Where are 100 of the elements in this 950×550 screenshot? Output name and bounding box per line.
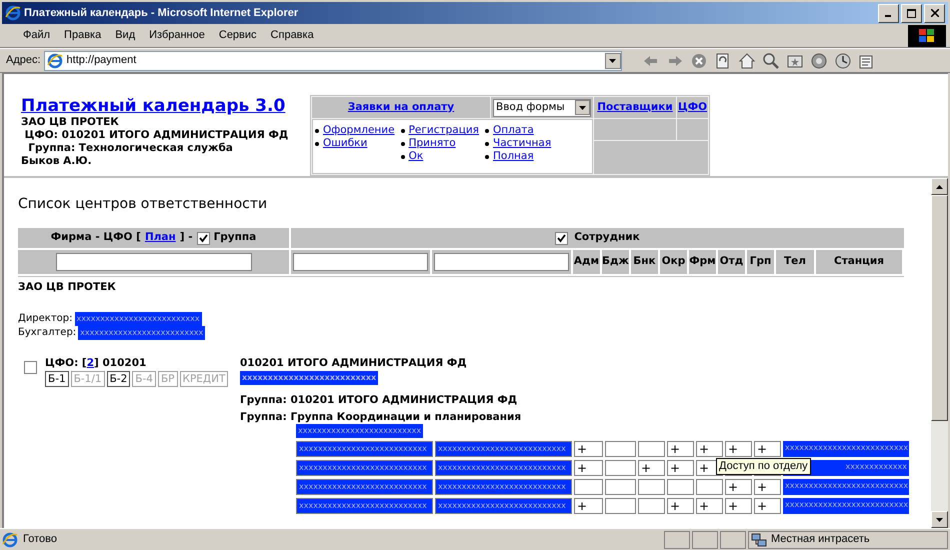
employee-position: xxxxxxxxxxxxxxxxxxxxxxxxxxx — [435, 441, 572, 457]
employee-name: xxxxxxxxxxxxxxxxxxxxxxxxxxx — [296, 498, 433, 514]
dropdown-button[interactable] — [604, 52, 621, 68]
address-field[interactable]: http://payment — [44, 50, 622, 70]
vertical-scrollbar[interactable] — [931, 178, 948, 528]
minimize-button[interactable] — [878, 4, 899, 22]
window-title: Платежный календарь - Microsoft Internet Explorer — [24, 6, 298, 21]
status-text: Готово — [23, 532, 58, 548]
access-cell: + — [725, 441, 752, 457]
employee-name: xxxxxxxxxxxxxxxxxxxxxxxxxxx — [296, 479, 433, 495]
cfo-count-link[interactable]: 2 — [86, 356, 94, 370]
scroll-down-button[interactable] — [931, 511, 948, 528]
access-cell: + — [574, 498, 603, 514]
accountant-value: xxxxxxxxxxxxxxxxxxxxxxxxxx — [78, 326, 206, 340]
bullet-icon — [400, 128, 405, 132]
filter-label: ] - — [180, 230, 193, 246]
column-header: Фрм — [689, 250, 716, 274]
column-header: Грп — [747, 250, 774, 274]
cfo-label: ЦФО: [ — [45, 356, 87, 370]
bullet-icon — [400, 142, 405, 146]
menu-item[interactable]: Файл — [16, 27, 58, 44]
filter-label: Фирма - ЦФО [ — [50, 230, 141, 246]
employee-position: xxxxxxxxxxxxxxxxxxxxxxxxxxx — [435, 460, 572, 476]
maximize-icon — [907, 8, 916, 18]
cfo-checkbox[interactable] — [24, 361, 37, 374]
access-cell: + — [696, 441, 723, 457]
status-pane — [720, 530, 746, 548]
scroll-thumb[interactable] — [931, 195, 948, 421]
app-title-link[interactable]: Платежный календарь 3.0 — [21, 96, 310, 116]
header-info-line: Быков А.Ю. — [21, 155, 93, 168]
access-cell: + — [754, 479, 781, 495]
nav-link[interactable]: Оформление — [323, 124, 395, 137]
access-cell: + — [574, 441, 603, 457]
director-value: xxxxxxxxxxxxxxxxxxxxxxxxxx — [74, 312, 202, 326]
down-arrow-icon — [936, 518, 943, 522]
column-header: Тел — [776, 250, 814, 274]
network-icon — [751, 532, 767, 548]
menu-item[interactable]: Правка — [57, 27, 108, 44]
cfo-link[interactable]: ЦФО — [678, 100, 708, 116]
home-icon[interactable] — [736, 50, 757, 70]
caret-icon — [609, 58, 616, 62]
bullet-icon — [485, 142, 489, 146]
close-icon — [930, 9, 938, 17]
menu-item[interactable]: Справка — [264, 27, 321, 44]
search-icon[interactable] — [760, 50, 781, 70]
menu-item[interactable]: Вид — [108, 27, 142, 44]
access-cell: + — [725, 498, 752, 514]
suppliers-link[interactable]: Поставщики — [597, 100, 673, 116]
menu-item[interactable]: Сервис — [212, 27, 264, 44]
column-header: Окр — [660, 250, 687, 274]
cfo-head: xxxxxxxxxxxxxxxxxxxxxxxxxx — [240, 371, 378, 385]
form-select[interactable]: Ввод формы — [493, 98, 591, 116]
checkbox-label: Группа — [214, 230, 256, 246]
nav-link[interactable]: Принято — [408, 137, 456, 150]
bullet-icon — [485, 128, 489, 132]
close-button[interactable] — [924, 4, 945, 22]
plan-link[interactable]: План — [144, 230, 176, 246]
browser-logo-icon — [2, 532, 18, 548]
group-head: xxxxxxxxxxxxxxxxxxxxxxxxxx — [296, 424, 424, 438]
group-name: Группа: 010201 ИТОГО АДМИНИСТРАЦИЯ ФД — [240, 393, 518, 407]
column-header: Бдж — [602, 250, 629, 274]
column-header: Бнк — [631, 250, 658, 274]
nav-link[interactable]: Регистрация — [408, 124, 479, 137]
menu-item[interactable]: Избранное — [142, 27, 212, 44]
column-header: Адм — [573, 250, 600, 274]
access-cell: + — [725, 479, 752, 495]
nav-link[interactable]: Полная — [493, 150, 534, 163]
windows-logo-icon — [908, 25, 946, 47]
scroll-up-button[interactable] — [931, 178, 948, 195]
employee-position: xxxxxxxxxxxxxxxxxxxxxxxxxxx — [435, 498, 572, 514]
cfo-filter-field[interactable] — [56, 253, 252, 271]
checkbox-label: Сотрудник — [574, 230, 640, 246]
nav-link[interactable]: Ок — [408, 150, 424, 163]
access-cell: + — [754, 441, 781, 457]
budget-button[interactable]: Б-1 — [45, 371, 69, 387]
status-pane — [692, 530, 718, 548]
access-cell: + — [667, 460, 694, 476]
employee-phone: xxxxxxxxxxxxxxxxxxxxxxxxxx — [783, 441, 909, 457]
browser-logo-icon — [46, 52, 63, 68]
page-heading: Список центров ответственности — [18, 195, 268, 213]
zone-text: Местная интрасеть — [771, 532, 870, 548]
access-cell: + — [667, 498, 694, 514]
nav-link[interactable]: Оплата — [493, 124, 534, 137]
history-icon[interactable] — [832, 50, 853, 70]
employee-phone: xxxxxxxxxxxxxxxxxxxxxxxxxx — [783, 479, 909, 495]
group-checkbox[interactable] — [196, 232, 210, 244]
budget-button[interactable]: Б-2 — [106, 371, 130, 387]
header-info-line: Группа: Технологическая служба — [27, 142, 234, 155]
maximize-button[interactable] — [901, 4, 922, 22]
requests-link[interactable]: Заявки на оплату — [348, 100, 454, 116]
nav-link[interactable]: Ошибки — [323, 137, 368, 150]
company-name: ЗАО ЦВ ПРОТЕК — [18, 281, 117, 294]
status-pane — [664, 530, 690, 548]
browser-logo-icon — [5, 5, 21, 21]
employee-checkbox[interactable] — [555, 232, 568, 244]
group-name: Группа: Группа Координации и планирования — [240, 410, 522, 424]
dropdown-button[interactable] — [575, 100, 590, 115]
nav-link[interactable]: Частичная — [493, 137, 552, 150]
header-info-line: ЦФО: 010201 ИТОГО АДМИНИСТРАЦИЯ ФД — [24, 129, 290, 142]
employee-position: xxxxxxxxxxxxxxxxxxxxxxxxxxx — [435, 479, 572, 495]
